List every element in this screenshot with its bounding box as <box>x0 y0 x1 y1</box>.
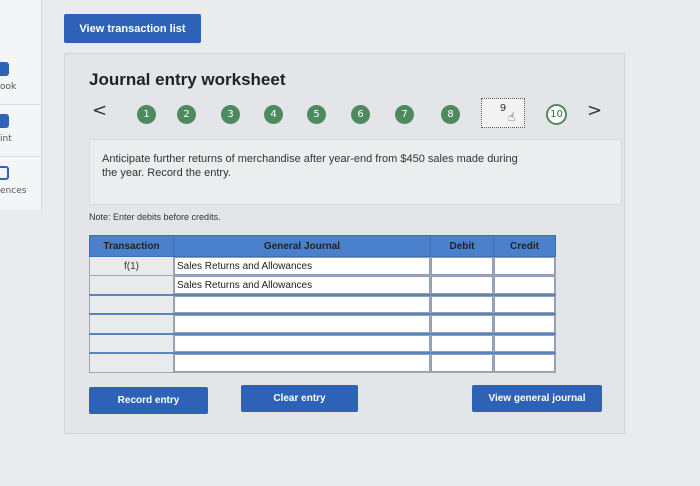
view-transaction-list-button[interactable]: View transaction list <box>64 14 201 43</box>
step-number: 9 <box>499 103 507 114</box>
question-text: Anticipate further returns of merchandis… <box>102 153 518 179</box>
step-8[interactable]: 8 <box>441 105 460 124</box>
sidebar-item-label: ook <box>0 82 17 92</box>
table-row <box>89 351 556 373</box>
references-icon <box>0 166 9 180</box>
next-arrow-icon[interactable]: > <box>587 102 602 120</box>
debit-field[interactable] <box>431 315 493 333</box>
table-row <box>89 332 556 354</box>
credit-field[interactable] <box>494 296 555 314</box>
record-entry-button[interactable]: Record entry <box>89 387 208 414</box>
column-header-credit: Credit <box>493 235 556 257</box>
step-3[interactable]: 3 <box>221 105 240 124</box>
credit-field[interactable] <box>494 334 555 352</box>
transaction-cell: f(1) <box>89 255 174 277</box>
clear-entry-button[interactable]: Clear entry <box>241 385 358 412</box>
account-field[interactable]: Sales Returns and Allowances <box>174 276 430 295</box>
credit-field[interactable] <box>494 353 555 372</box>
sidebar-item-label: int <box>0 134 12 144</box>
debit-field[interactable] <box>431 296 493 314</box>
table-row <box>89 313 556 335</box>
account-field[interactable] <box>174 334 430 352</box>
hand-pointer-icon: ☝ <box>508 110 516 124</box>
transaction-cell <box>89 275 174 296</box>
debit-field[interactable] <box>431 334 493 352</box>
step-6[interactable]: 6 <box>351 105 370 124</box>
debit-field[interactable] <box>431 353 493 372</box>
step-4[interactable]: 4 <box>264 105 283 124</box>
account-field[interactable] <box>174 296 430 314</box>
sidebar-divider <box>0 104 40 105</box>
column-header-debit: Debit <box>430 235 494 257</box>
note-text: Note: Enter debits before credits. <box>89 212 221 222</box>
credit-field[interactable] <box>494 257 555 276</box>
column-header-general-journal: General Journal <box>173 235 431 257</box>
table-row: Sales Returns and Allowances <box>89 275 556 296</box>
sidebar-item-label: ences <box>0 186 27 196</box>
account-field[interactable]: Sales Returns and Allowances <box>174 257 430 276</box>
step-5[interactable]: 5 <box>307 105 326 124</box>
book-icon <box>0 62 9 76</box>
transaction-cell <box>89 332 174 354</box>
step-2[interactable]: 2 <box>177 105 196 124</box>
transaction-cell <box>89 313 174 335</box>
page-title: Journal entry worksheet <box>89 70 286 89</box>
table-row: f(1) Sales Returns and Allowances <box>89 255 556 277</box>
question-box: Anticipate further returns of merchandis… <box>89 139 622 205</box>
credit-field[interactable] <box>494 276 555 295</box>
step-10[interactable]: 10 <box>546 104 567 125</box>
step-7[interactable]: 7 <box>395 105 414 124</box>
prev-arrow-icon[interactable]: < <box>92 102 107 120</box>
journal-table: Transaction General Journal Debit Credit… <box>89 235 556 373</box>
debit-field[interactable] <box>431 257 493 276</box>
column-header-transaction: Transaction <box>89 235 174 257</box>
step-navigation: < 1 2 3 4 5 6 7 8 9 ☝ 10 > <box>65 98 626 130</box>
step-9-active[interactable]: 9 ☝ <box>481 98 525 128</box>
step-1[interactable]: 1 <box>137 105 156 124</box>
print-icon <box>0 114 9 128</box>
transaction-cell <box>89 294 174 315</box>
transaction-cell <box>89 351 174 373</box>
account-field[interactable] <box>174 315 430 333</box>
credit-field[interactable] <box>494 315 555 333</box>
account-field[interactable] <box>174 353 430 372</box>
sidebar-divider <box>0 156 40 157</box>
table-row <box>89 294 556 315</box>
journal-entry-panel: Journal entry worksheet < 1 2 3 4 5 6 7 … <box>64 53 625 434</box>
debit-field[interactable] <box>431 276 493 295</box>
left-sidebar: ook int ences <box>0 0 42 210</box>
view-general-journal-button[interactable]: View general journal <box>472 385 602 412</box>
